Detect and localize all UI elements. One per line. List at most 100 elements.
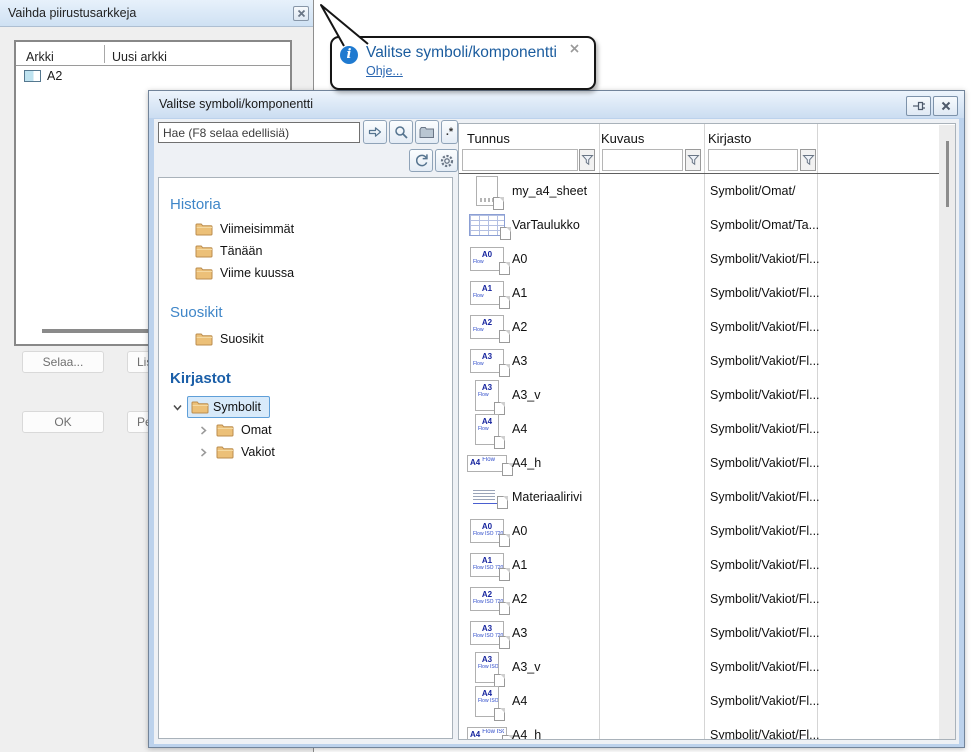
symbol-thumbnail: A3 Flow ISO 7200 — [465, 616, 509, 650]
table-row[interactable]: A4 Flow A4_h Symbolit/Vakiot/Fl... — [459, 446, 939, 480]
change-sheets-titlebar[interactable]: Vaihda piirustusarkkeja — [0, 0, 313, 27]
column-divider — [104, 45, 105, 63]
close-icon[interactable] — [569, 43, 580, 54]
cell-kirjasto: Symbolit/Vakiot/Fl... — [710, 694, 820, 708]
page-fold-icon — [499, 262, 510, 275]
scrollbar-thumb[interactable] — [946, 141, 949, 207]
filter-funnel-icon[interactable] — [800, 149, 816, 171]
sheet-icon — [24, 70, 41, 82]
filter-input-kuvaus[interactable] — [602, 149, 683, 171]
chevron-right-icon[interactable] — [197, 446, 210, 459]
header-divider — [16, 65, 290, 66]
table-row[interactable]: A0 Flow ISO 7200 A0 Symbolit/Vakiot/Fl..… — [459, 514, 939, 548]
refresh-icon[interactable] — [409, 149, 433, 172]
open-folder-icon[interactable] — [415, 120, 439, 144]
tree-item-viimeisimmat[interactable]: Viimeisimmät — [159, 220, 452, 240]
tree-item-omat[interactable]: Omat — [159, 421, 452, 441]
gear-icon[interactable] — [435, 149, 458, 172]
filter-input-tunnus[interactable] — [462, 149, 578, 171]
symbol-thumbnail: A4 Flow ISO 7200 — [465, 684, 509, 718]
cell-kirjasto: Symbolit/Vakiot/Fl... — [710, 592, 820, 606]
symbol-thumbnail: A2 Flow ISO 7200 — [465, 582, 509, 616]
cell-kirjasto: Symbolit/Vakiot/Fl... — [710, 456, 820, 470]
cell-kirjasto: Symbolit/Vakiot/Fl... — [710, 558, 820, 572]
sheet-list-row[interactable]: A2 — [16, 67, 290, 85]
browse-button[interactable]: Selaa... — [22, 351, 104, 373]
cell-kirjasto: Symbolit/Vakiot/Fl... — [710, 524, 820, 538]
regex-button[interactable]: .* — [441, 120, 458, 144]
filter-funnel-icon[interactable] — [579, 149, 595, 171]
cell-kirjasto: Symbolit/Vakiot/Fl... — [710, 354, 820, 368]
tree-section-history: Historia — [170, 196, 221, 213]
symbol-thumbnail — [465, 480, 509, 514]
cell-kirjasto: Symbolit/Vakiot/Fl... — [710, 286, 820, 300]
symbol-thumbnail: A0 Flow — [465, 242, 509, 276]
page-fold-icon — [499, 568, 510, 581]
tree-item-vakiot[interactable]: Vakiot — [159, 443, 452, 463]
tree-item-tanaan[interactable]: Tänään — [159, 242, 452, 262]
search-icon[interactable] — [389, 120, 413, 144]
table-row[interactable]: A1 Flow A1 Symbolit/Vakiot/Fl... — [459, 276, 939, 310]
tree-item-viime-kuussa[interactable]: Viime kuussa — [159, 264, 452, 284]
filter-input-kirjasto[interactable] — [708, 149, 798, 171]
dialog-titlebar[interactable]: Valitse symboli/komponentti — [149, 91, 964, 118]
pin-icon[interactable] — [906, 96, 931, 116]
table-row[interactable]: A1 Flow ISO 7200 A1 Symbolit/Vakiot/Fl..… — [459, 548, 939, 582]
balloon-title: Valitse symboli/komponentti — [366, 44, 557, 62]
close-icon[interactable] — [933, 96, 958, 116]
cell-kirjasto: Symbolit/Vakiot/Fl... — [710, 422, 820, 436]
table-row[interactable]: my_a4_sheet Symbolit/Omat/ — [459, 174, 939, 208]
table-row[interactable]: A2 Flow ISO 7200 A2 Symbolit/Vakiot/Fl..… — [459, 582, 939, 616]
column-header-kuvaus: Kuvaus — [601, 131, 644, 146]
symbol-rows: my_a4_sheet Symbolit/Omat/ — [459, 174, 939, 739]
search-input[interactable] — [158, 122, 360, 143]
cell-tunnus: A0 — [512, 252, 527, 266]
table-row[interactable]: A3 Flow ISO 7200 A3 Symbolit/Vakiot/Fl..… — [459, 616, 939, 650]
table-row[interactable]: A3 Flow A3 Symbolit/Vakiot/Fl... — [459, 344, 939, 378]
cell-kirjasto: Symbolit/Vakiot/Fl... — [710, 252, 820, 266]
page-fold-icon — [500, 227, 511, 240]
filter-funnel-icon[interactable] — [685, 149, 701, 171]
cell-kirjasto: Symbolit/Vakiot/Fl... — [710, 626, 820, 640]
table-row[interactable]: A4 Flow ISO 7200 A4 Symbolit/Vakiot/Fl..… — [459, 684, 939, 718]
ok-button[interactable]: OK — [22, 411, 104, 433]
tree-item-suosikit[interactable]: Suosikit — [159, 330, 452, 350]
cell-tunnus: A2 — [512, 592, 527, 606]
selected-tree-node[interactable]: Symbolit — [187, 396, 270, 418]
vertical-scrollbar[interactable] — [939, 125, 955, 739]
symbol-thumbnail: A1 Flow — [465, 276, 509, 310]
help-link[interactable]: Ohje... — [366, 64, 403, 78]
table-row[interactable]: VarTaulukko Symbolit/Omat/Ta... — [459, 208, 939, 242]
table-row[interactable]: A2 Flow A2 Symbolit/Vakiot/Fl... — [459, 310, 939, 344]
tree-section-suosikit: Suosikit — [170, 304, 223, 321]
select-symbol-dialog: Valitse symboli/komponentti .* — [148, 90, 965, 748]
library-tree: Historia Viimeisimmät Tänään Viime kuuss… — [158, 177, 453, 739]
chevron-down-icon[interactable] — [171, 401, 184, 414]
table-row[interactable]: A4 Flow ISO 7200 A4_h Symbolit/Vakiot/Fl… — [459, 718, 939, 739]
page-fold-icon — [497, 496, 508, 509]
sheet-thumbnail-icon: A3 Flow — [475, 380, 499, 411]
chevron-right-icon[interactable] — [197, 424, 210, 437]
page-fold-icon — [499, 364, 510, 377]
sheet-thumbnail-icon: A1 Flow — [470, 281, 504, 305]
sheet-list-col-arkki: Arkki — [26, 50, 54, 64]
cell-tunnus: A4 — [512, 422, 527, 436]
cell-kirjasto: Symbolit/Omat/Ta... — [710, 218, 819, 232]
sheet-thumbnail-icon — [472, 489, 502, 505]
page-fold-icon — [499, 602, 510, 615]
table-row[interactable]: Materiaalirivi Symbolit/Vakiot/Fl... — [459, 480, 939, 514]
sheet-list-col-uusi-arkki: Uusi arkki — [112, 50, 167, 64]
tree-item-symbolit[interactable]: Symbolit — [159, 398, 452, 420]
cell-tunnus: A3 — [512, 354, 527, 368]
page-fold-icon — [499, 330, 510, 343]
table-row[interactable]: A4 Flow A4 Symbolit/Vakiot/Fl... — [459, 412, 939, 446]
symbol-thumbnail: A3 Flow — [465, 378, 509, 412]
sheet-thumbnail-icon: A4 Flow ISO 7200 — [475, 686, 499, 717]
close-icon[interactable] — [293, 6, 309, 21]
table-row[interactable]: A3 Flow ISO 7200 A3_v Symbolit/Vakiot/Fl… — [459, 650, 939, 684]
symbol-thumbnail: A3 Flow — [465, 344, 509, 378]
table-row[interactable]: A3 Flow A3_v Symbolit/Vakiot/Fl... — [459, 378, 939, 412]
go-arrow-icon[interactable] — [363, 120, 387, 144]
column-header-kirjasto: Kirjasto — [708, 131, 751, 146]
table-row[interactable]: A0 Flow A0 Symbolit/Vakiot/Fl... — [459, 242, 939, 276]
